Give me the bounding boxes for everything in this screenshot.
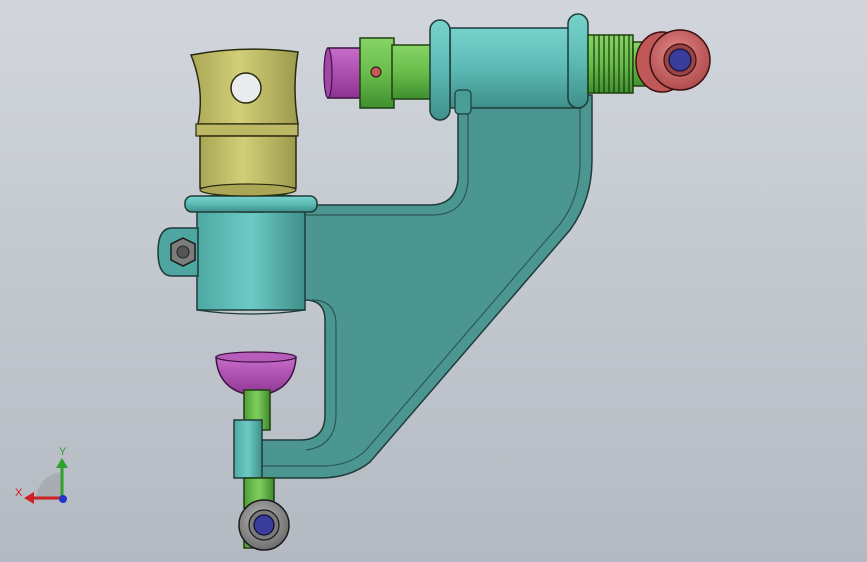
ball-icon (253, 514, 275, 536)
rod-end-bottom[interactable] (238, 499, 290, 551)
cad-viewport[interactable]: Y X (0, 0, 867, 562)
bushing-sleeve[interactable] (189, 48, 299, 197)
y-axis-label: Y (59, 446, 67, 458)
bushing-hole-icon (230, 72, 262, 104)
rod-end-top[interactable] (635, 29, 711, 93)
x-axis-label: X (15, 487, 23, 499)
pivot-shaft[interactable] (323, 13, 589, 121)
z-axis-dot-icon (59, 495, 67, 503)
ball-icon (668, 48, 692, 72)
coordinate-triad: Y X (15, 446, 68, 504)
clevis-housing[interactable] (184, 193, 318, 315)
clamp-bolt[interactable] (157, 227, 199, 277)
model-scene[interactable]: Y X (0, 0, 867, 562)
